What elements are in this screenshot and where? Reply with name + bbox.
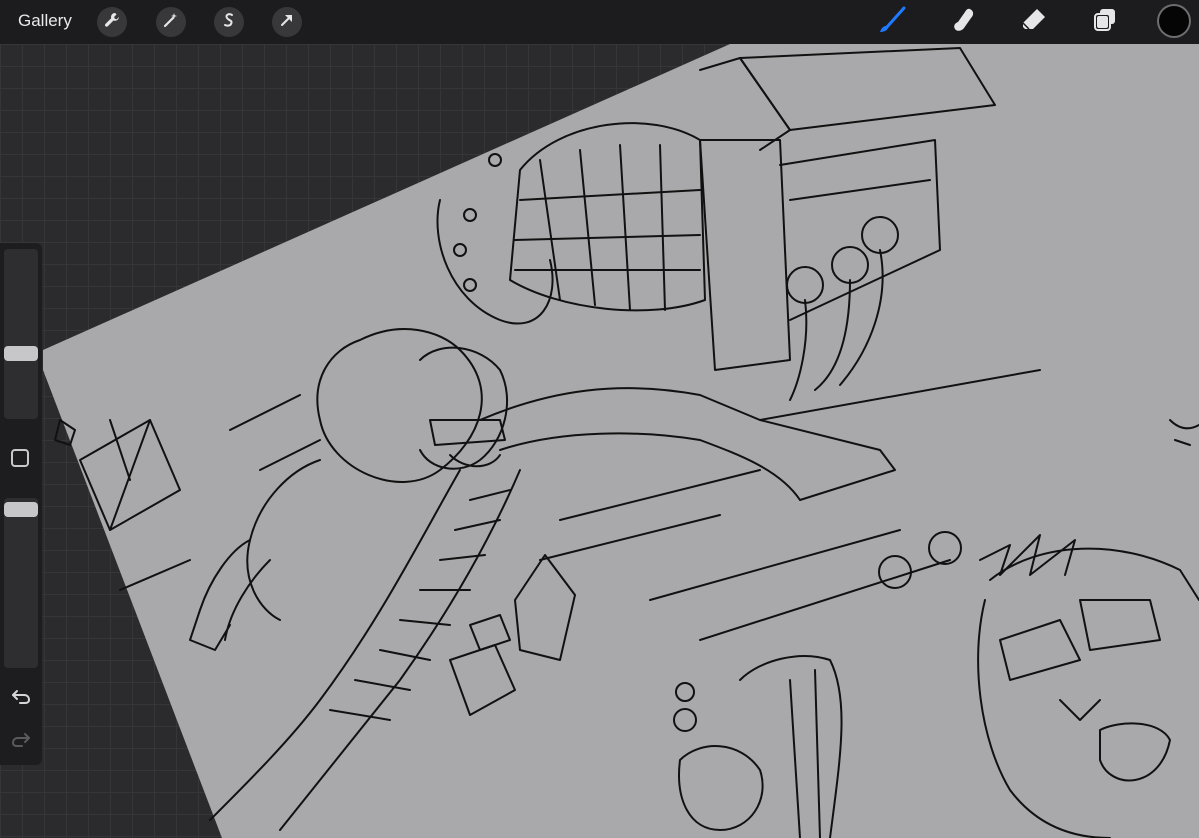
- wrench-icon: [104, 12, 120, 33]
- gallery-button[interactable]: Gallery: [18, 11, 72, 31]
- artwork-sketch[interactable]: [0, 44, 1199, 838]
- left-sidebar: [0, 243, 42, 765]
- opacity-slider[interactable]: [4, 498, 38, 668]
- brush-icon: [877, 5, 907, 40]
- redo-button[interactable]: [9, 727, 33, 751]
- adjustments-button[interactable]: [156, 7, 186, 37]
- undo-arrow-icon: [9, 690, 33, 712]
- redo-arrow-icon: [9, 733, 33, 755]
- drawing-canvas[interactable]: [0, 44, 1199, 838]
- transform-button[interactable]: [272, 7, 302, 37]
- selection-s-icon: [221, 12, 237, 33]
- eraser-icon: [1020, 6, 1048, 39]
- smudge-tool-button[interactable]: [950, 8, 978, 36]
- brush-size-slider[interactable]: [4, 249, 38, 419]
- magic-wand-icon: [163, 12, 179, 33]
- color-picker-button[interactable]: [1159, 6, 1189, 36]
- layers-button[interactable]: [1091, 8, 1119, 36]
- actions-button[interactable]: [97, 7, 127, 37]
- square-modify-icon[interactable]: [11, 449, 29, 467]
- opacity-slider-thumb[interactable]: [4, 502, 38, 517]
- selection-button[interactable]: [214, 7, 244, 37]
- brush-tool-button[interactable]: [878, 6, 906, 36]
- undo-button[interactable]: [9, 684, 33, 708]
- arrow-cursor-icon: [279, 12, 295, 33]
- layers-icon: [1091, 6, 1119, 39]
- eraser-tool-button[interactable]: [1020, 8, 1048, 36]
- smudge-finger-icon: [950, 6, 978, 39]
- top-toolbar: Gallery: [0, 0, 1199, 44]
- brush-size-slider-thumb[interactable]: [4, 346, 38, 361]
